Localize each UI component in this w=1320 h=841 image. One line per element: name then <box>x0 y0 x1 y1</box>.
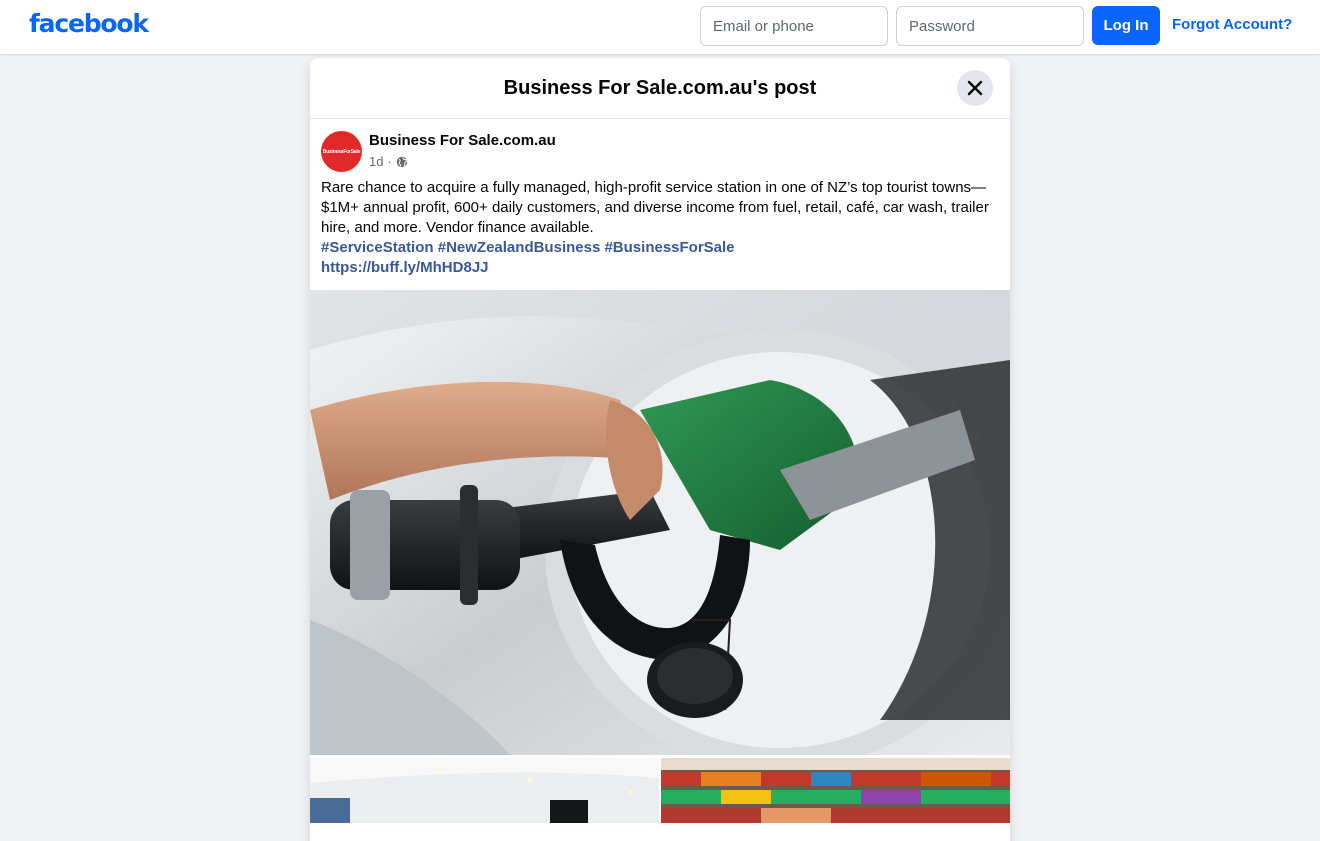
forgot-account-link[interactable]: Forgot Account? <box>1172 16 1292 33</box>
close-button[interactable] <box>957 70 993 106</box>
page-avatar[interactable]: BusinessForSale <box>321 131 362 172</box>
email-input[interactable] <box>700 6 888 46</box>
hashtag-row: #ServiceStation #NewZealandBusiness #Bus… <box>321 238 735 258</box>
page-name[interactable]: Business For Sale.com.au <box>369 132 556 149</box>
hashtag-link[interactable]: #NewZealandBusiness <box>438 239 601 256</box>
post-dialog: Business For Sale.com.au's post Business… <box>310 58 1010 841</box>
close-icon <box>967 80 983 96</box>
dialog-title: Business For Sale.com.au's post <box>503 77 817 99</box>
facebook-logo[interactable]: facebook <box>29 9 149 38</box>
top-bar: facebook Log In Forgot Account? <box>0 0 1320 54</box>
avatar-logo-text: BusinessForSale <box>322 148 361 155</box>
meta-separator: · <box>387 154 392 169</box>
password-input[interactable] <box>896 6 1084 46</box>
post-time[interactable]: 1d <box>369 154 383 169</box>
dialog-header: Business For Sale.com.au's post <box>310 58 1010 119</box>
hashtag-link[interactable]: #BusinessForSale <box>604 239 734 256</box>
store-interior-thumbnail[interactable] <box>310 758 659 823</box>
post-url-link[interactable]: https://buff.ly/MhHD8JJ <box>321 258 489 278</box>
post-meta: 1d · <box>369 154 408 169</box>
login-button[interactable]: Log In <box>1092 6 1160 45</box>
globe-icon <box>396 156 408 167</box>
post-body: Rare chance to acquire a fully managed, … <box>321 179 989 236</box>
fuel-pump-photo[interactable] <box>310 290 1010 755</box>
hashtag-link[interactable]: #ServiceStation <box>321 239 434 256</box>
store-shelves-thumbnail[interactable] <box>661 758 1010 823</box>
